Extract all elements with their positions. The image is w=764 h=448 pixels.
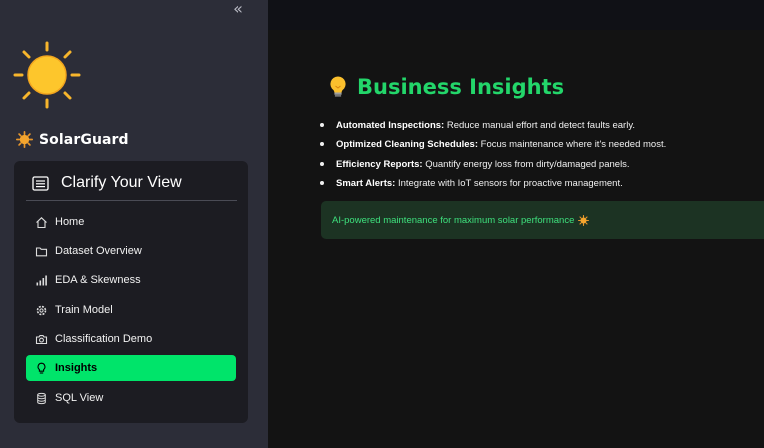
sidebar: « SolarGuard Clarify Your View Home Data… — [0, 0, 268, 448]
list-item-text: Focus maintenance where it's needed most… — [478, 139, 667, 151]
nav-item-label: Train Model — [55, 304, 113, 316]
folder-icon — [34, 244, 48, 258]
brand-name: SolarGuard — [39, 131, 129, 148]
nav-item-label: Insights — [55, 362, 98, 374]
list-item: Efficiency Reports: Quantify energy loss… — [318, 158, 666, 177]
list-item-title: Smart Alerts: — [336, 177, 396, 189]
sun-logo-icon — [13, 41, 81, 109]
list-item: Smart Alerts: Integrate with IoT sensors… — [318, 177, 666, 196]
list-item: Automated Inspections: Reduce manual eff… — [318, 119, 666, 138]
list-icon — [32, 175, 49, 191]
nav-item-label: SQL View — [55, 392, 104, 404]
nav-item-label: EDA & Skewness — [55, 274, 141, 286]
list-item-text: Integrate with IoT sensors for proactive… — [395, 177, 623, 189]
nav-item-label: Classification Demo — [55, 333, 153, 345]
nav-header: Clarify Your View — [32, 174, 182, 192]
success-message: AI-powered maintenance for maximum solar… — [332, 214, 575, 226]
top-header-bar — [268, 0, 764, 30]
lightbulb-icon — [34, 361, 48, 375]
nav-item-sql-view[interactable]: SQL View — [26, 385, 236, 411]
sun-icon — [578, 214, 590, 226]
nav-header-label: Clarify Your View — [61, 174, 182, 191]
nav-divider — [26, 200, 237, 201]
database-icon — [34, 391, 48, 405]
nav-item-eda-skewness[interactable]: EDA & Skewness — [26, 267, 236, 293]
list-item-title: Automated Inspections: — [336, 120, 445, 131]
nav-item-insights[interactable]: Insights — [26, 355, 236, 381]
success-alert: AI-powered maintenance for maximum solar… — [321, 201, 764, 239]
list-item-title: Efficiency Reports: — [336, 158, 423, 170]
bar-chart-icon — [34, 273, 48, 287]
nav-item-train-model[interactable]: Train Model — [26, 297, 236, 323]
page-title-text: Business Insights — [357, 75, 565, 99]
navigation-menu: Clarify Your View Home Dataset Overview … — [14, 161, 248, 423]
nav-item-home[interactable]: Home — [26, 209, 236, 235]
home-icon — [34, 215, 48, 229]
collapse-sidebar-button[interactable]: « — [229, 1, 247, 19]
list-item-text: Reduce manual effort and detect faults e… — [444, 120, 636, 131]
insights-list: Automated Inspections: Reduce manual eff… — [318, 119, 666, 196]
page-title: Business Insights — [327, 75, 564, 99]
nav-item-label: Dataset Overview — [55, 245, 142, 257]
list-item: Optimized Cleaning Schedules: Focus main… — [318, 138, 666, 157]
camera-icon — [34, 332, 48, 346]
list-item-text: Quantify energy loss from dirty/damaged … — [422, 158, 630, 170]
sun-icon — [16, 131, 33, 148]
nav-item-label: Home — [55, 216, 85, 228]
brand: SolarGuard — [16, 131, 129, 148]
gear-icon — [34, 303, 48, 317]
list-item-title: Optimized Cleaning Schedules: — [336, 139, 478, 151]
nav-item-dataset-overview[interactable]: Dataset Overview — [26, 238, 236, 264]
lightbulb-icon — [330, 76, 346, 97]
nav-item-classification-demo[interactable]: Classification Demo — [26, 326, 236, 352]
